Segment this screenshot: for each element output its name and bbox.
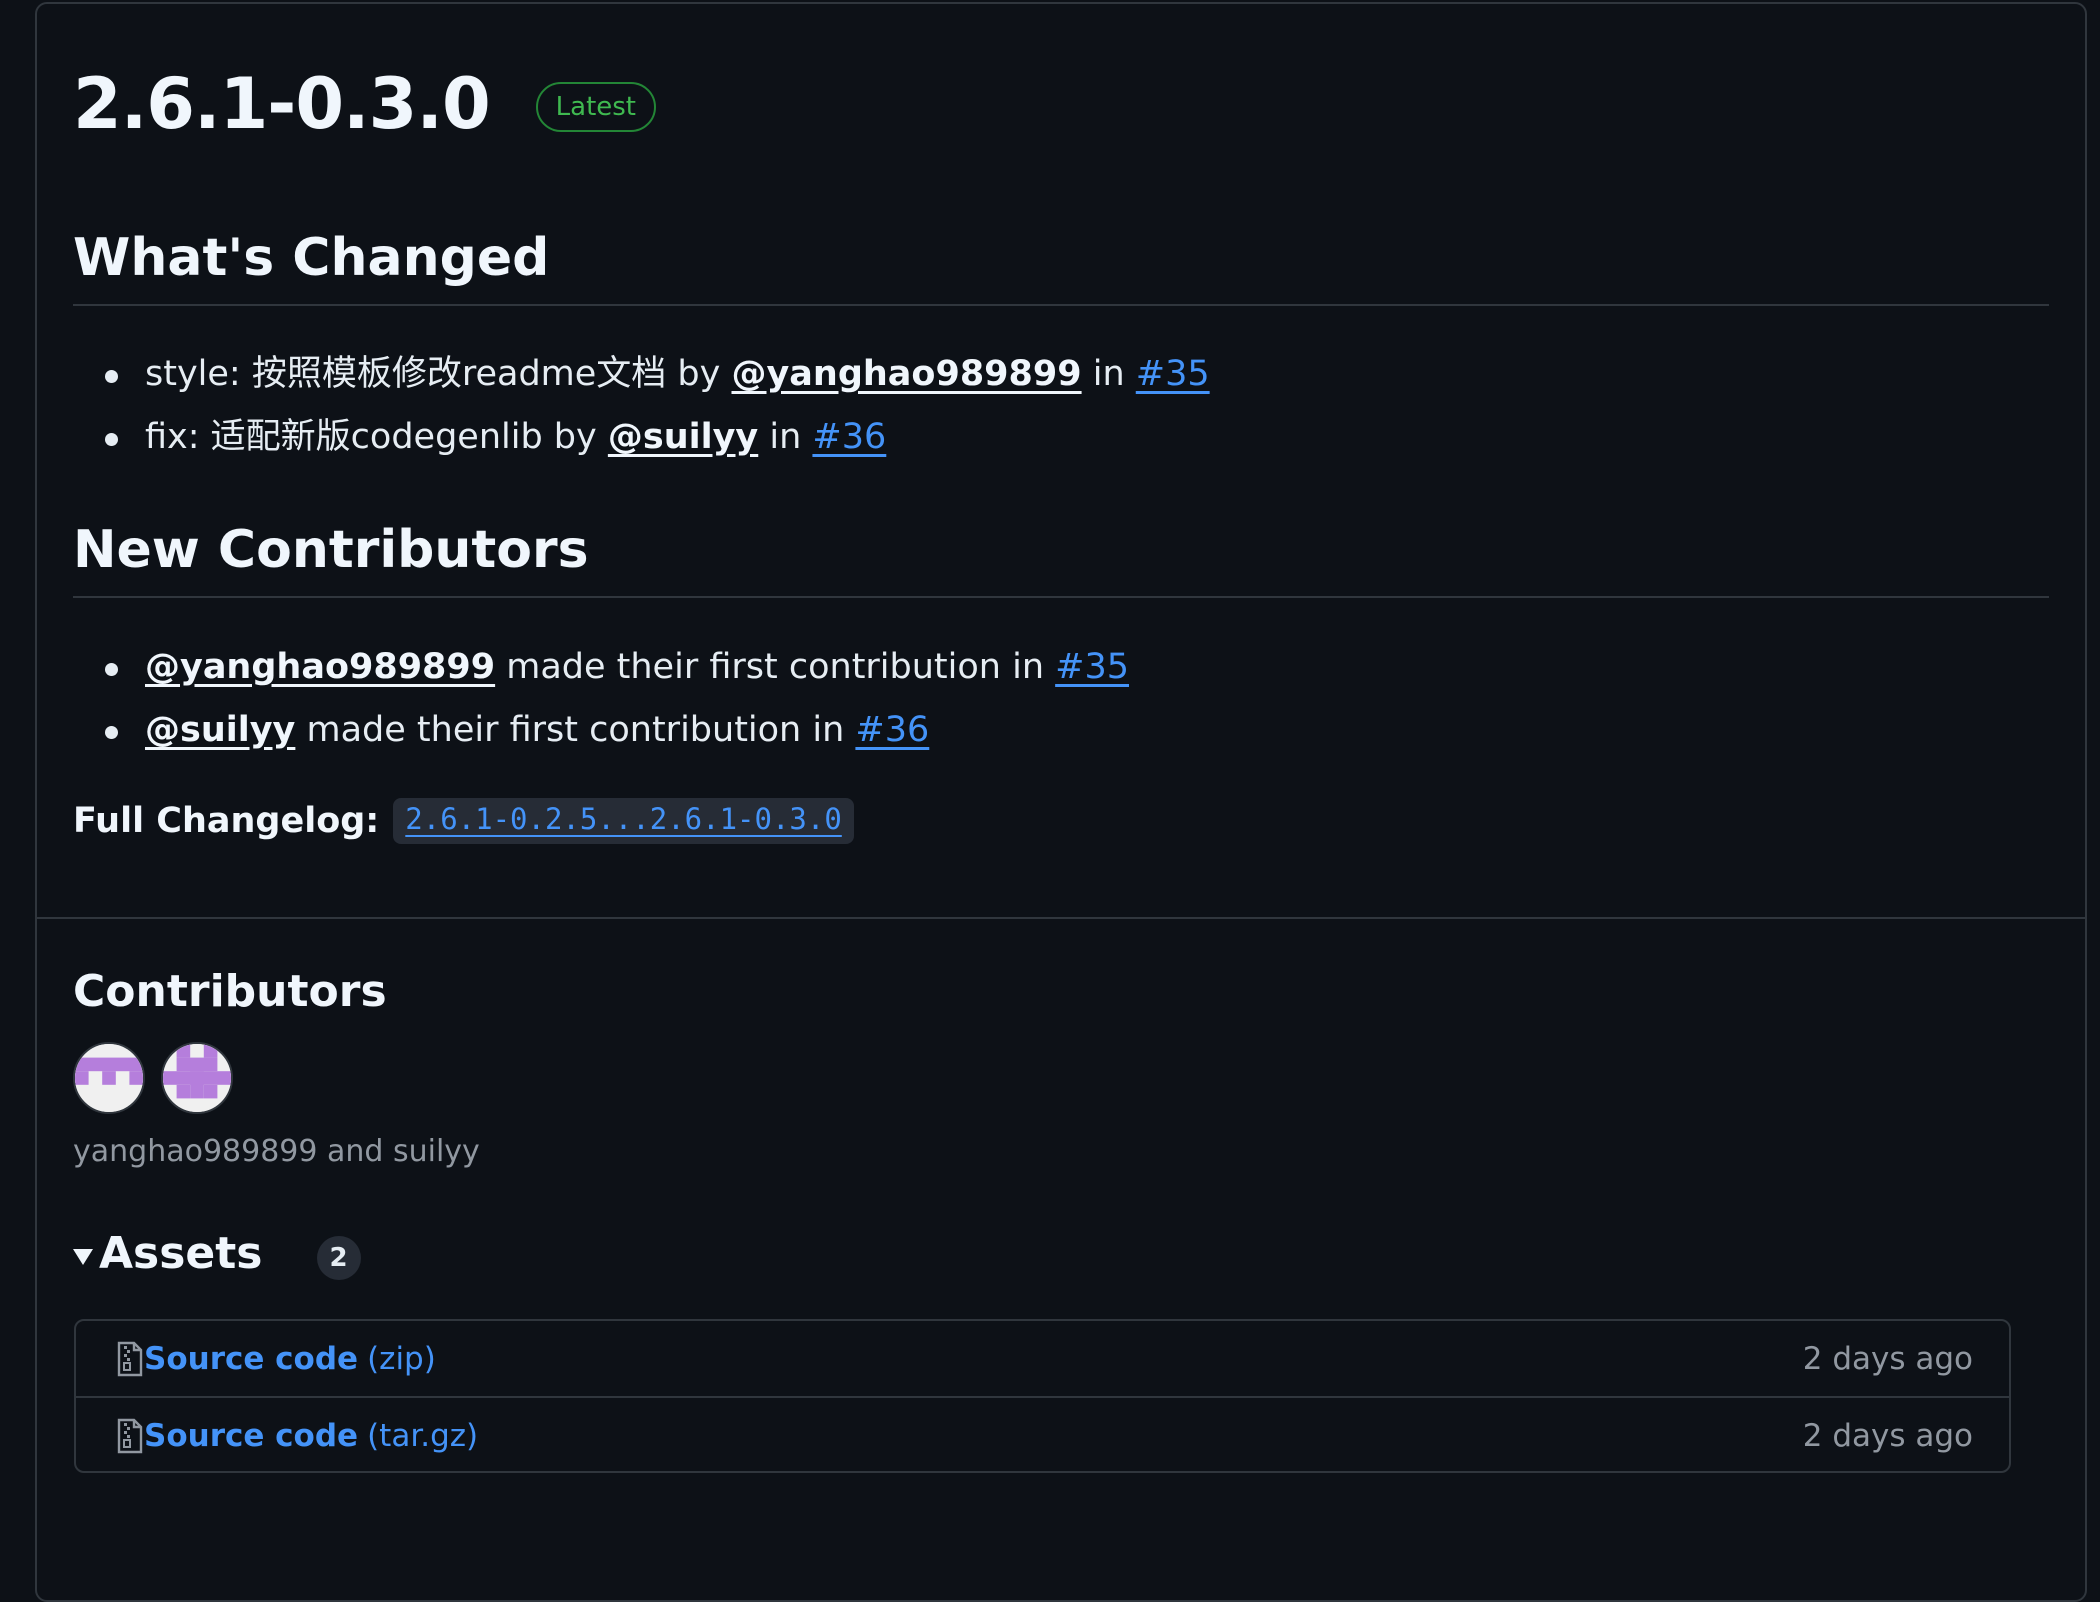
asset-link[interactable]: Source code — [144, 1341, 358, 1377]
avatar-suilyy[interactable] — [161, 1042, 233, 1114]
author-link[interactable]: @suilyy — [145, 710, 295, 750]
in-text: in — [758, 417, 813, 457]
assets-title: Assets — [99, 1228, 263, 1279]
contributors-heading: Contributors — [73, 966, 387, 1017]
avatar-yanghao989899[interactable] — [73, 1042, 145, 1114]
list-item: @suilyy made their first contribution in… — [73, 699, 1129, 762]
asset-extension[interactable]: (zip) — [367, 1341, 436, 1377]
change-text: fix: 适配新版codegenlib by — [145, 417, 608, 457]
changelog-compare-link[interactable]: 2.6.1-0.2.5...2.6.1-0.3.0 — [393, 798, 854, 844]
assets-count-badge: 2 — [316, 1236, 361, 1280]
author-link[interactable]: @yanghao989899 — [145, 647, 495, 687]
author-link[interactable]: @suilyy — [608, 417, 758, 457]
divider — [37, 917, 2085, 919]
list-item: fix: 适配新版codegenlib by @suilyy in #36 — [73, 406, 1210, 469]
list-item: @yanghao989899 made their first contribu… — [73, 636, 1129, 699]
asset-date: 2 days ago — [1802, 1417, 1973, 1454]
list-item: style: 按照模板修改readme文档 by @yanghao989899 … — [73, 343, 1210, 406]
change-text: style: 按照模板修改readme文档 by — [145, 354, 732, 394]
contributor-names: yanghao989899 and suilyy — [73, 1134, 480, 1169]
whats-changed-heading: What's Changed — [73, 228, 2049, 306]
pr-link[interactable]: #35 — [1055, 647, 1129, 687]
identicon-avatar — [75, 1044, 143, 1112]
asset-extension[interactable]: (tar.gz) — [367, 1418, 478, 1454]
assets-toggle[interactable]: Assets 2 — [73, 1224, 361, 1284]
asset-link[interactable]: Source code — [144, 1418, 358, 1454]
file-zip-icon — [117, 1418, 143, 1453]
new-contributors-list: @yanghao989899 made their first contribu… — [73, 636, 1129, 762]
changelog-label: Full Changelog: — [73, 801, 380, 841]
assets-list: Source code (zip) 2 days ago Source code… — [74, 1319, 2011, 1473]
in-text: in — [1081, 354, 1136, 394]
identicon-avatar — [163, 1044, 231, 1112]
author-link[interactable]: @yanghao989899 — [731, 354, 1081, 394]
release-card: 2.6.1-0.3.0 Latest What's Changed style:… — [35, 2, 2087, 1602]
new-contributors-heading: New Contributors — [73, 520, 2049, 598]
pr-link[interactable]: #35 — [1136, 354, 1210, 394]
caret-down-icon — [73, 1249, 93, 1265]
contribution-text: made their first contribution in — [295, 710, 856, 750]
file-zip-icon — [117, 1341, 143, 1376]
latest-badge: Latest — [535, 82, 657, 132]
full-changelog: Full Changelog: 2.6.1-0.2.5...2.6.1-0.3.… — [73, 798, 854, 844]
asset-date: 2 days ago — [1802, 1340, 1973, 1377]
pr-link[interactable]: #36 — [812, 417, 886, 457]
pr-link[interactable]: #36 — [855, 710, 929, 750]
release-header: 2.6.1-0.3.0 Latest — [73, 64, 657, 144]
release-title[interactable]: 2.6.1-0.3.0 — [73, 64, 491, 144]
asset-row: Source code (tar.gz) 2 days ago — [76, 1396, 2009, 1473]
changes-list: style: 按照模板修改readme文档 by @yanghao989899 … — [73, 343, 1210, 469]
contribution-text: made their first contribution in — [495, 647, 1056, 687]
contributor-avatars — [73, 1042, 233, 1114]
asset-row: Source code (zip) 2 days ago — [76, 1321, 2009, 1396]
